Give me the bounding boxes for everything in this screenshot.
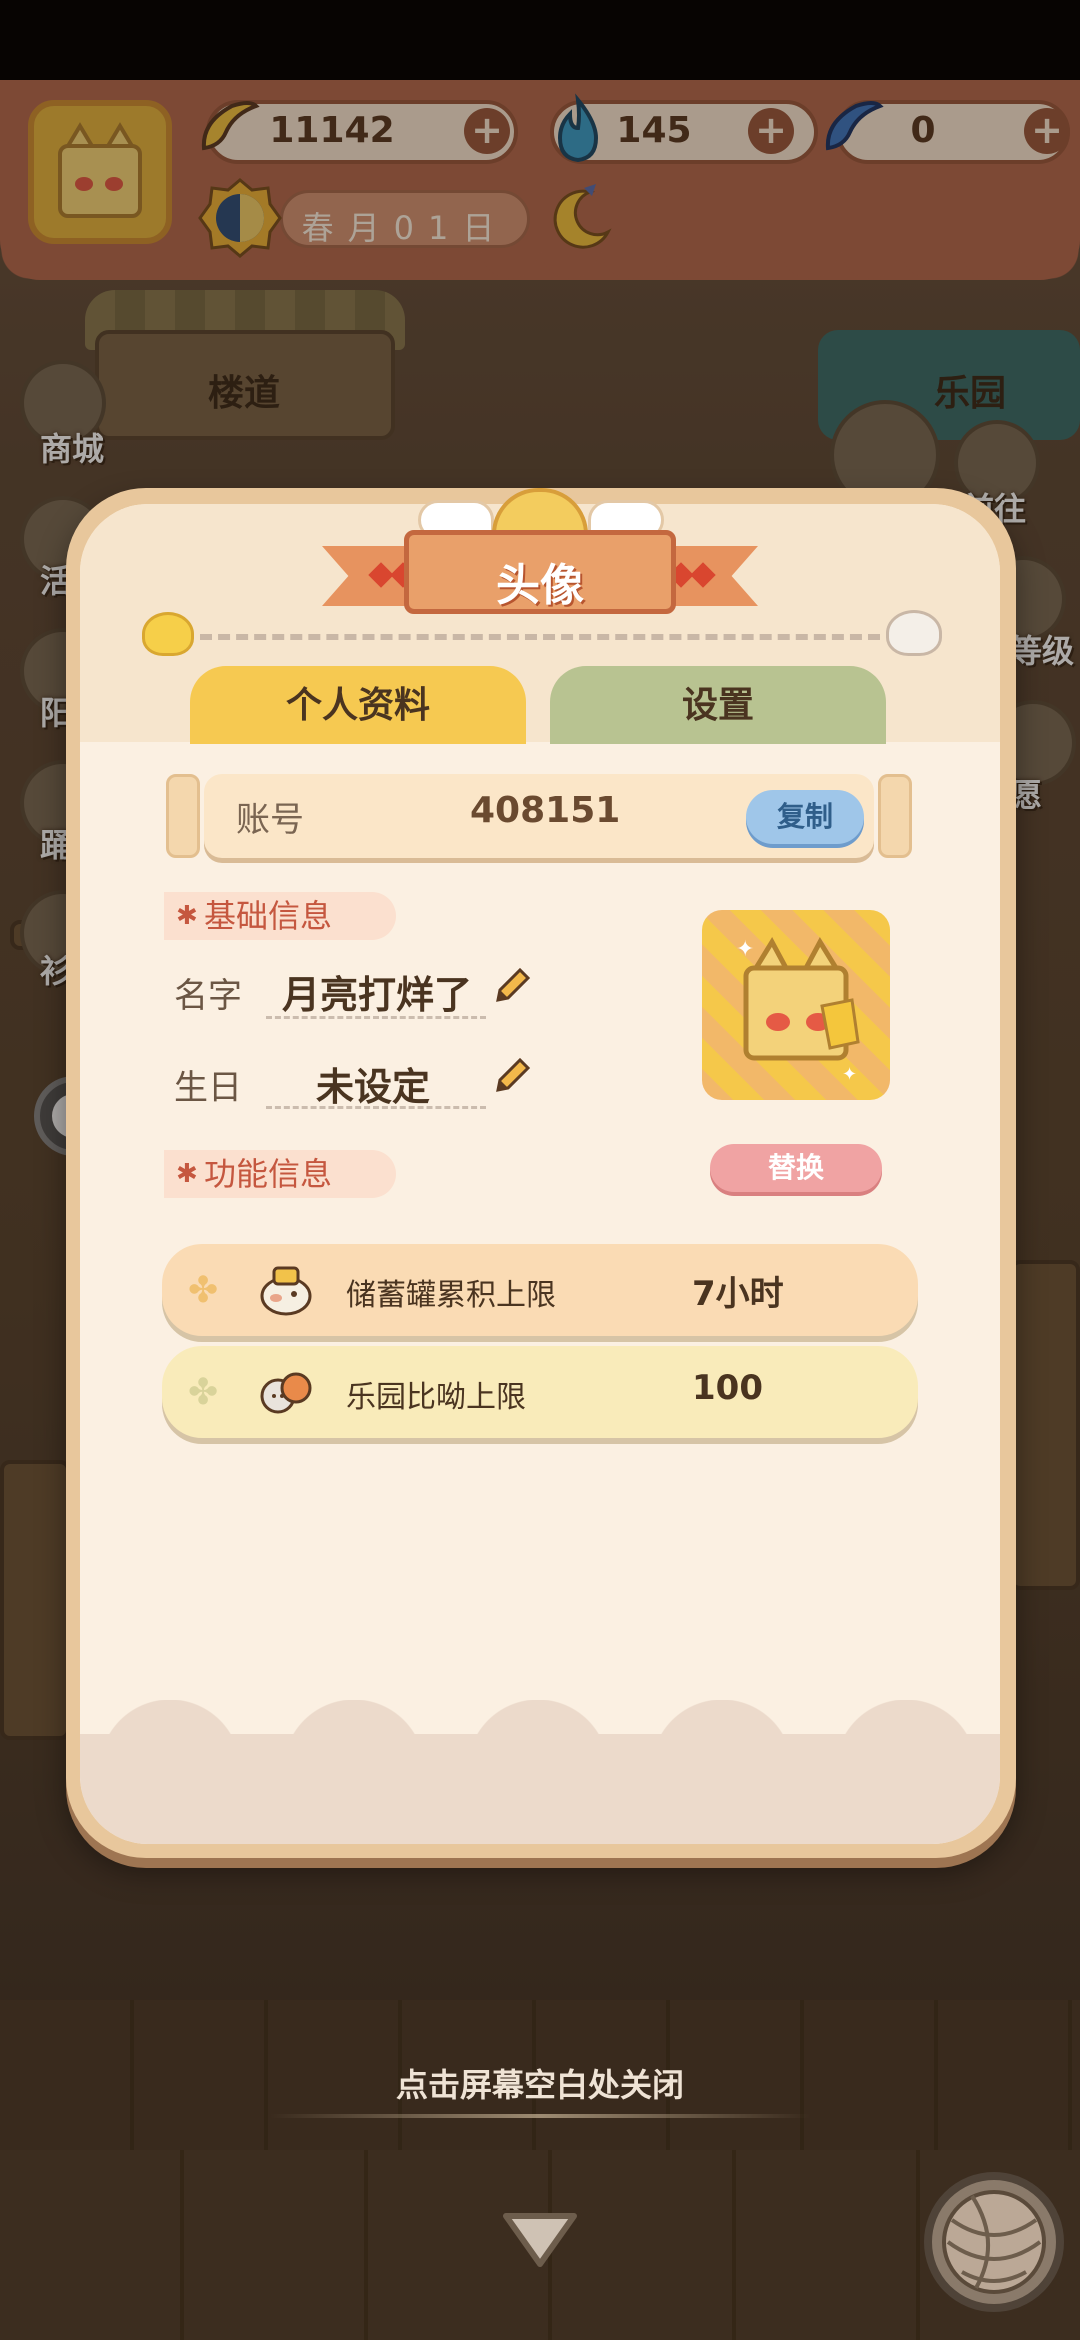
edit-name-pencil-icon[interactable] xyxy=(490,964,534,1008)
account-label: 账号 xyxy=(236,800,304,840)
replace-avatar-button[interactable]: 替换 xyxy=(710,1144,882,1192)
name-underline xyxy=(266,1016,486,1019)
avatar-preview[interactable]: ✦ ✦ xyxy=(702,910,890,1100)
name-label: 名字 xyxy=(174,976,242,1016)
basic-info-header: ✱ 基础信息 xyxy=(164,892,396,940)
chick-icon xyxy=(142,612,194,656)
tab-profile[interactable]: 个人资料 xyxy=(190,666,526,744)
account-id: 408151 xyxy=(470,790,621,831)
clover-icon: ✱ xyxy=(176,901,198,931)
edit-birthday-pencil-icon[interactable] xyxy=(490,1054,534,1098)
down-arrow-icon[interactable] xyxy=(500,2208,580,2272)
birthday-underline xyxy=(266,1106,486,1109)
feature-value: 100 xyxy=(692,1368,763,1408)
account-bar-cap-right xyxy=(878,774,912,858)
yarn-ball-button[interactable] xyxy=(924,2172,1064,2312)
copy-button[interactable]: 复制 xyxy=(746,790,864,844)
modal-title: 头像 xyxy=(496,560,584,611)
feature-info-header: ✱ 功能信息 xyxy=(164,1150,396,1198)
name-value: 月亮打烊了 xyxy=(282,973,473,1017)
close-hint-underline xyxy=(270,2114,810,2118)
birthday-label: 生日 xyxy=(174,1068,242,1108)
cat-face-icon xyxy=(886,610,942,656)
basic-info-title: 基础信息 xyxy=(204,897,333,935)
svg-text:✦: ✦ xyxy=(736,937,754,962)
toast-cat-avatar-icon: ✦ ✦ xyxy=(736,936,860,1085)
clover-icon: ✤ xyxy=(188,1270,219,1311)
clover-icon: ✱ xyxy=(176,1159,198,1189)
svg-text:✦: ✦ xyxy=(842,1064,857,1085)
modal-title-ribbon: 头像 xyxy=(404,530,676,614)
feature-label: 储蓄罐累积上限 xyxy=(346,1278,556,1313)
modal-bottom-wave xyxy=(80,1734,1000,1844)
close-hint[interactable]: 点击屏幕空白处关闭 xyxy=(0,2060,1080,2106)
feature-value: 7小时 xyxy=(692,1274,784,1314)
yarn-ball-icon xyxy=(942,2190,1046,2294)
birthday-value: 未设定 xyxy=(316,1065,431,1109)
dashed-divider xyxy=(200,634,880,640)
cat-pair-icon xyxy=(260,1372,312,1414)
clover-icon: ✤ xyxy=(188,1372,219,1413)
account-bar-cap-left xyxy=(166,774,200,858)
tab-settings[interactable]: 设置 xyxy=(550,666,886,744)
feature-info-title: 功能信息 xyxy=(204,1155,333,1193)
piggy-bank-icon xyxy=(260,1266,312,1316)
feature-label: 乐园比呦上限 xyxy=(346,1380,526,1415)
feature-row-piggy: ✤ 储蓄罐累积上限 7小时 xyxy=(162,1244,918,1336)
feature-row-park: ✤ 乐园比呦上限 100 xyxy=(162,1346,918,1438)
